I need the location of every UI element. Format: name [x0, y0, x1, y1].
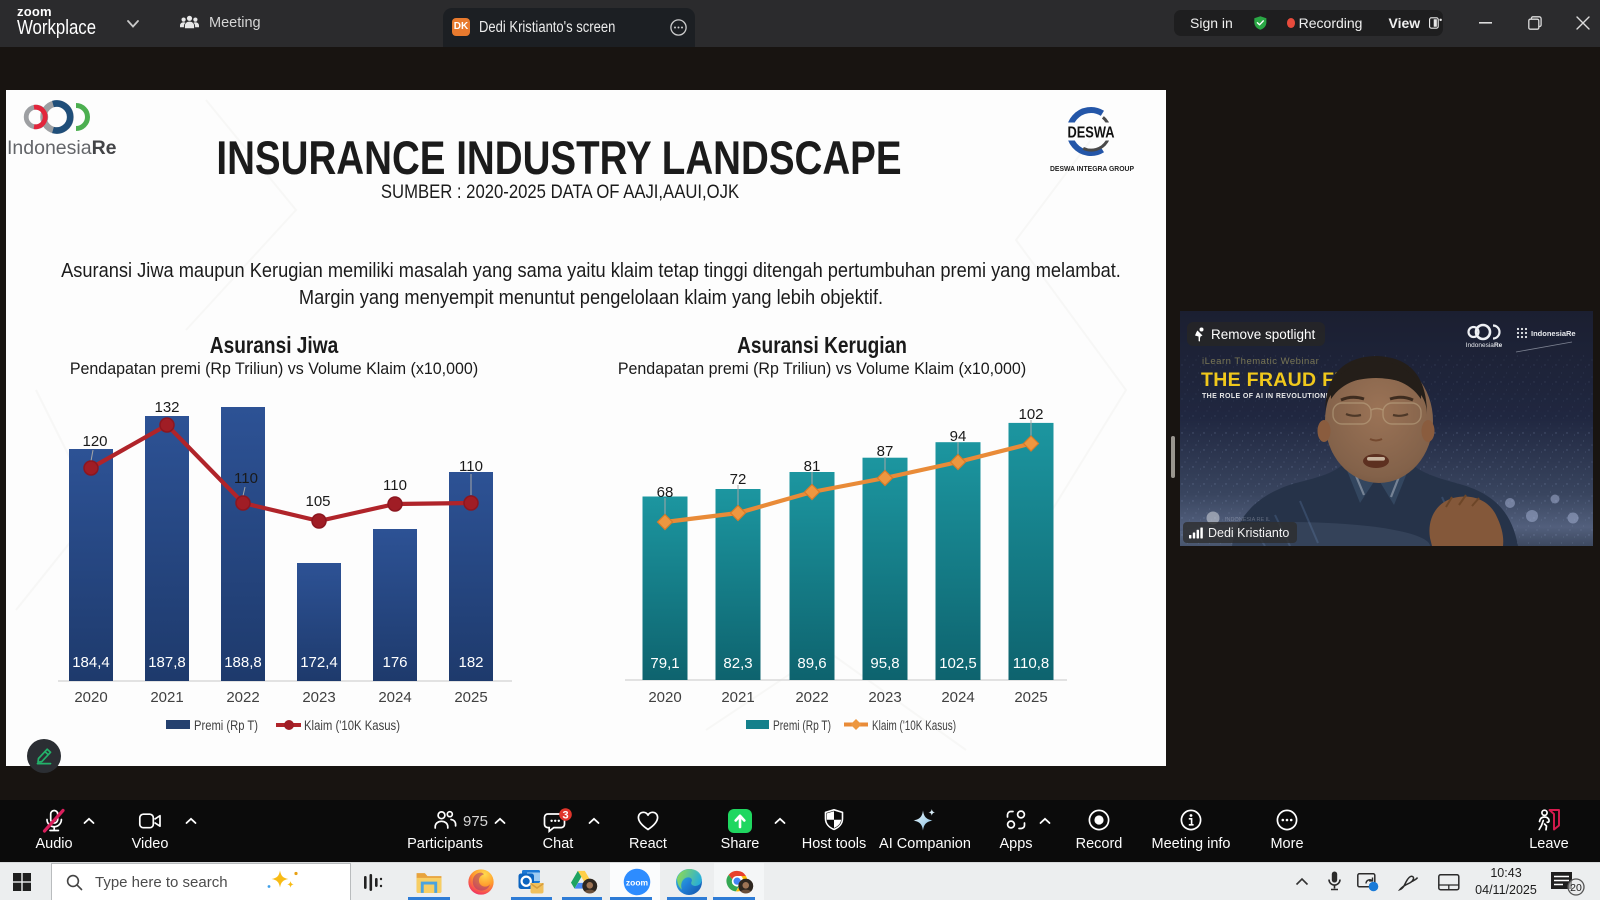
svg-text:20: 20: [1570, 882, 1582, 894]
svg-text:2021: 2021: [721, 689, 754, 706]
svg-text:102,5: 102,5: [939, 655, 977, 672]
svg-text:68: 68: [657, 484, 674, 501]
svg-text:176: 176: [382, 654, 407, 671]
svg-text:79,1: 79,1: [650, 655, 679, 672]
svg-text:89,6: 89,6: [797, 655, 826, 672]
svg-text:2023: 2023: [868, 689, 901, 706]
svg-text:Klaim ('10K Kasus): Klaim ('10K Kasus): [304, 718, 400, 733]
svg-text:zoom: zoom: [626, 877, 649, 887]
svg-text:Klaim ('10K Kasus): Klaim ('10K Kasus): [872, 718, 956, 733]
svg-text:2024: 2024: [941, 689, 974, 706]
svg-text:3: 3: [562, 810, 568, 822]
svg-text:110: 110: [459, 458, 483, 475]
svg-text:110: 110: [234, 470, 258, 487]
svg-text:94: 94: [950, 428, 967, 445]
svg-text:81: 81: [804, 458, 821, 475]
svg-text:110,8: 110,8: [1013, 655, 1049, 672]
svg-text:172,4: 172,4: [300, 654, 338, 671]
svg-text:95,8: 95,8: [870, 655, 899, 672]
svg-text:110: 110: [383, 477, 407, 494]
svg-text:105: 105: [305, 493, 330, 510]
svg-text:Premi (Rp T): Premi (Rp T): [773, 718, 831, 733]
svg-text:82,3: 82,3: [723, 655, 752, 672]
svg-text:iLearn Thematic Webinar: iLearn Thematic Webinar: [1202, 356, 1319, 367]
svg-text:87: 87: [877, 443, 894, 460]
svg-text:182: 182: [458, 654, 483, 671]
svg-text:2023: 2023: [302, 689, 335, 706]
svg-text:IndonesiaRe: IndonesiaRe: [1466, 342, 1503, 349]
svg-text:2022: 2022: [226, 689, 259, 706]
svg-text:2022: 2022: [795, 689, 828, 706]
svg-text:120: 120: [82, 433, 107, 450]
svg-text:2021: 2021: [150, 689, 183, 706]
svg-text:2020: 2020: [648, 689, 681, 706]
svg-text:THE ROLE OF AI IN REVOLUTIONIZ: THE ROLE OF AI IN REVOLUTIONIZING: [1202, 393, 1347, 400]
svg-text:DESWA INTEGRA GROUP: DESWA INTEGRA GROUP: [1050, 164, 1134, 173]
svg-text:2024: 2024: [378, 689, 411, 706]
svg-text:188,8: 188,8: [224, 654, 262, 671]
svg-text:184,4: 184,4: [72, 654, 110, 671]
svg-text:72: 72: [730, 471, 747, 488]
svg-text:Premi (Rp T): Premi (Rp T): [194, 718, 258, 733]
svg-text:2025: 2025: [454, 689, 487, 706]
svg-text:2025: 2025: [1014, 689, 1047, 706]
svg-text:132: 132: [154, 399, 179, 416]
svg-text:2020: 2020: [74, 689, 107, 706]
svg-text:DESWA: DESWA: [1068, 125, 1115, 142]
svg-text:IndonesiaRe: IndonesiaRe: [1531, 329, 1576, 338]
svg-text:102: 102: [1018, 406, 1043, 423]
svg-text:187,8: 187,8: [148, 654, 186, 671]
